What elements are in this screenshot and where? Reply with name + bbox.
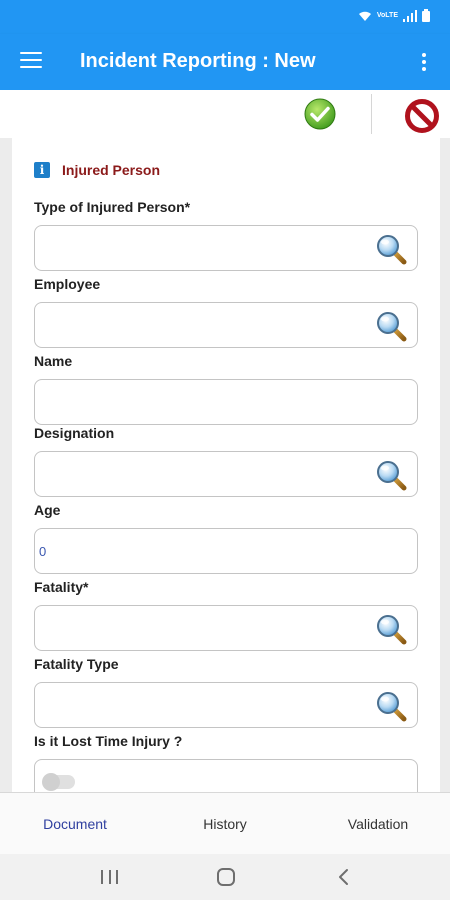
fatality-input[interactable] <box>34 605 418 651</box>
search-icon[interactable] <box>375 459 407 491</box>
action-divider <box>371 94 372 134</box>
field-label: Designation <box>34 425 115 441</box>
status-bar: VoLTE <box>0 0 450 34</box>
tab-document[interactable]: Document <box>0 793 150 855</box>
field-type-of-injured-person: Type of Injured Person* <box>34 199 418 271</box>
field-label: Employee <box>34 276 101 292</box>
lost-time-injury-toggle[interactable] <box>42 773 75 791</box>
tab-bar: Document History Validation <box>0 792 450 854</box>
search-icon[interactable] <box>375 613 407 645</box>
section-header: i Injured Person <box>34 162 160 178</box>
field-label: Type of Injured Person* <box>34 199 191 215</box>
section-title: Injured Person <box>62 162 161 178</box>
home-icon[interactable] <box>217 868 235 886</box>
field-label: Fatality Type <box>34 656 119 672</box>
tab-history[interactable]: History <box>150 793 300 855</box>
field-value: 0 <box>39 544 47 559</box>
system-nav-bar <box>0 854 450 900</box>
overflow-menu-icon[interactable] <box>412 50 436 74</box>
field-fatality-type: Fatality Type <box>34 656 418 728</box>
hamburger-menu-icon[interactable] <box>20 52 42 72</box>
action-bar <box>0 90 450 138</box>
volte-icon: VoLTE <box>376 12 398 19</box>
battery-icon <box>422 9 430 22</box>
field-designation: Designation <box>34 425 418 497</box>
employee-input[interactable] <box>34 302 418 348</box>
field-fatality: Fatality* <box>34 579 418 651</box>
save-button[interactable] <box>304 98 336 130</box>
name-input[interactable] <box>34 379 418 425</box>
signal-icon <box>403 9 417 22</box>
wifi-icon <box>358 11 371 21</box>
field-name: Name <box>34 353 418 425</box>
app-bar: Incident Reporting : New <box>0 34 450 90</box>
form-card: i Injured Person Type of Injured Person*… <box>12 138 440 792</box>
back-icon[interactable] <box>336 868 352 886</box>
field-label: Name <box>34 353 73 369</box>
search-icon[interactable] <box>375 233 407 265</box>
field-lost-time-injury: Is it Lost Time Injury ? <box>34 733 418 792</box>
info-icon: i <box>34 162 50 178</box>
search-icon[interactable] <box>375 690 407 722</box>
recents-icon[interactable] <box>101 870 118 884</box>
designation-input[interactable] <box>34 451 418 497</box>
field-label: Is it Lost Time Injury ? <box>34 733 183 749</box>
field-employee: Employee <box>34 276 418 348</box>
search-icon[interactable] <box>375 310 407 342</box>
lost-time-injury-field <box>34 759 418 792</box>
type-of-injured-person-input[interactable] <box>34 225 418 271</box>
toggle-knob <box>42 773 60 791</box>
fatality-type-input[interactable] <box>34 682 418 728</box>
cancel-button[interactable] <box>404 98 440 134</box>
field-age: Age 0 <box>34 502 418 574</box>
tab-validation[interactable]: Validation <box>303 793 450 855</box>
page-title: Incident Reporting : New <box>80 50 316 72</box>
age-input[interactable]: 0 <box>34 528 418 574</box>
field-label: Fatality* <box>34 579 89 595</box>
field-label: Age <box>34 502 61 518</box>
